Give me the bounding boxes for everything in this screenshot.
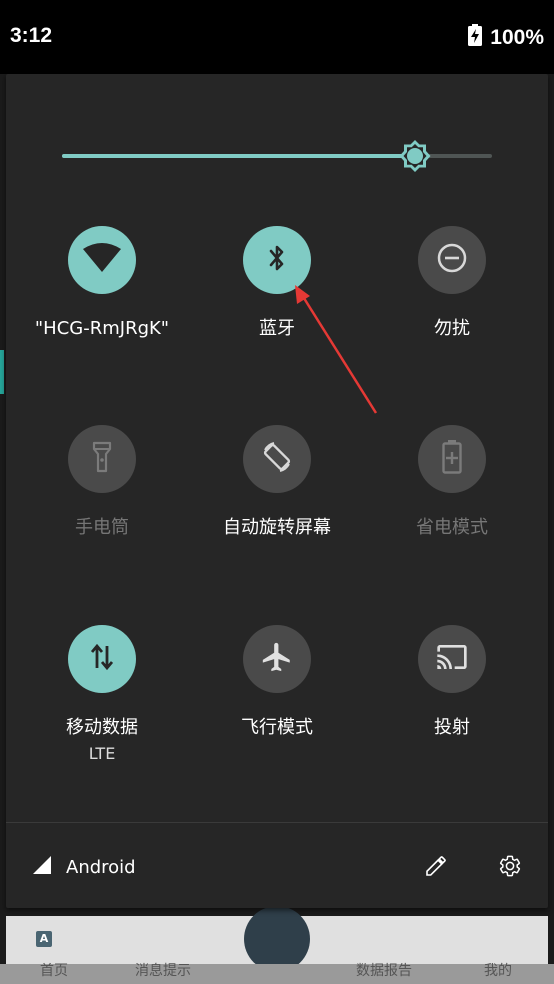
tile-label: 飞行模式 bbox=[241, 717, 313, 738]
auto-rotate-icon bbox=[259, 439, 295, 479]
brightness-slider[interactable] bbox=[62, 140, 492, 172]
wifi-icon bbox=[82, 242, 122, 278]
flashlight-icon bbox=[92, 441, 112, 477]
tile-auto-rotate[interactable]: 自动旋转屏幕 bbox=[187, 425, 367, 539]
bottom-nav-item: 首页 bbox=[40, 963, 68, 979]
bluetooth-icon bbox=[267, 243, 287, 277]
signal-icon bbox=[32, 855, 52, 880]
bottom-nav-item: 消息提示 bbox=[135, 963, 191, 979]
settings-gear-icon bbox=[498, 854, 522, 882]
battery-percent: 100% bbox=[490, 26, 544, 49]
quick-settings-panel: "HCG-RmJRgK" 蓝牙 勿扰 手电筒 自动旋转屏幕 省电模式 移动数据 … bbox=[6, 74, 548, 908]
tile-auto-rotate-toggle[interactable] bbox=[243, 425, 311, 493]
tile-battery-saver[interactable]: 省电模式 bbox=[362, 425, 542, 539]
tile-mobile-data[interactable]: 移动数据 LTE bbox=[12, 625, 192, 763]
mobile-data-icon bbox=[89, 642, 115, 676]
tile-dnd-toggle[interactable] bbox=[418, 226, 486, 294]
bottom-nav-item: 数据报告 bbox=[356, 963, 412, 979]
tile-label: 省电模式 bbox=[416, 517, 488, 538]
settings-button[interactable] bbox=[493, 851, 527, 885]
tile-cast-toggle[interactable] bbox=[418, 625, 486, 693]
background-bottom-nav: 首页 消息提示 数据报告 我的 bbox=[0, 963, 554, 984]
tile-cast[interactable]: 投射 bbox=[362, 625, 542, 739]
tile-bluetooth-toggle[interactable] bbox=[243, 226, 311, 294]
tile-airplane-toggle[interactable] bbox=[243, 625, 311, 693]
tile-sublabel: LTE bbox=[88, 744, 116, 763]
tile-bluetooth[interactable]: 蓝牙 bbox=[187, 226, 367, 340]
footer-divider bbox=[6, 822, 548, 823]
battery-saver-icon bbox=[442, 440, 462, 478]
tile-wifi[interactable]: "HCG-RmJRgK" bbox=[12, 226, 192, 340]
tile-label: 自动旋转屏幕 bbox=[223, 517, 331, 538]
tile-label: 投射 bbox=[434, 717, 470, 738]
brightness-icon[interactable] bbox=[396, 137, 434, 175]
cast-icon bbox=[434, 641, 470, 677]
battery-charging-icon bbox=[468, 24, 483, 52]
do-not-disturb-icon bbox=[436, 242, 468, 278]
tile-label: 移动数据 bbox=[66, 717, 138, 738]
background-accent bbox=[0, 350, 4, 394]
status-time: 3:12 bbox=[10, 24, 53, 47]
tile-flashlight[interactable]: 手电筒 bbox=[12, 425, 192, 539]
edit-pencil-icon bbox=[424, 854, 448, 882]
app-icon: A bbox=[36, 931, 52, 947]
tile-wifi-toggle[interactable] bbox=[68, 226, 136, 294]
tile-label: 勿扰 bbox=[434, 318, 470, 339]
tile-mobile-data-toggle[interactable] bbox=[68, 625, 136, 693]
tile-label: 手电筒 bbox=[75, 517, 129, 538]
edit-button[interactable] bbox=[419, 851, 453, 885]
tile-label: "HCG-RmJRgK" bbox=[34, 318, 170, 339]
airplane-icon bbox=[260, 640, 294, 678]
bottom-nav-item: 我的 bbox=[484, 963, 512, 979]
network-info[interactable]: Android bbox=[32, 855, 136, 880]
brightness-fill bbox=[62, 154, 415, 158]
tile-battery-saver-toggle[interactable] bbox=[418, 425, 486, 493]
tile-flashlight-toggle[interactable] bbox=[68, 425, 136, 493]
background-fab bbox=[244, 906, 310, 972]
tile-label: 蓝牙 bbox=[259, 318, 295, 339]
network-name: Android bbox=[66, 857, 136, 878]
status-right: 100% bbox=[468, 24, 544, 52]
status-bar: 3:12 100% bbox=[0, 0, 554, 74]
tile-airplane-mode[interactable]: 飞行模式 bbox=[187, 625, 367, 739]
tile-do-not-disturb[interactable]: 勿扰 bbox=[362, 226, 542, 340]
